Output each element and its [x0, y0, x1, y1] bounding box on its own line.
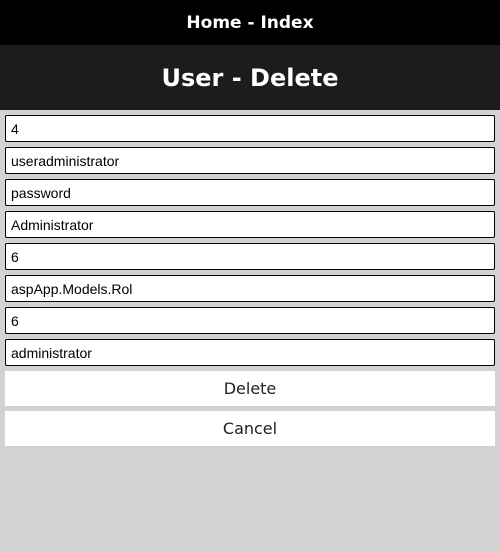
delete-button[interactable]: Delete [5, 371, 495, 406]
page-title: User - Delete [161, 63, 339, 92]
page-header: User - Delete [0, 45, 500, 110]
full-name-field[interactable] [5, 211, 495, 238]
username-field[interactable] [5, 147, 495, 174]
rol-id-field[interactable] [5, 307, 495, 334]
delete-user-form: Delete Cancel [0, 110, 500, 446]
role-object-field[interactable] [5, 275, 495, 302]
home-index-link[interactable]: Home - Index [186, 13, 313, 33]
top-nav: Home - Index [0, 0, 500, 45]
cancel-button[interactable]: Cancel [5, 411, 495, 446]
role-id-field[interactable] [5, 243, 495, 270]
rol-name-field[interactable] [5, 339, 495, 366]
password-field[interactable] [5, 179, 495, 206]
id-field[interactable] [5, 115, 495, 142]
